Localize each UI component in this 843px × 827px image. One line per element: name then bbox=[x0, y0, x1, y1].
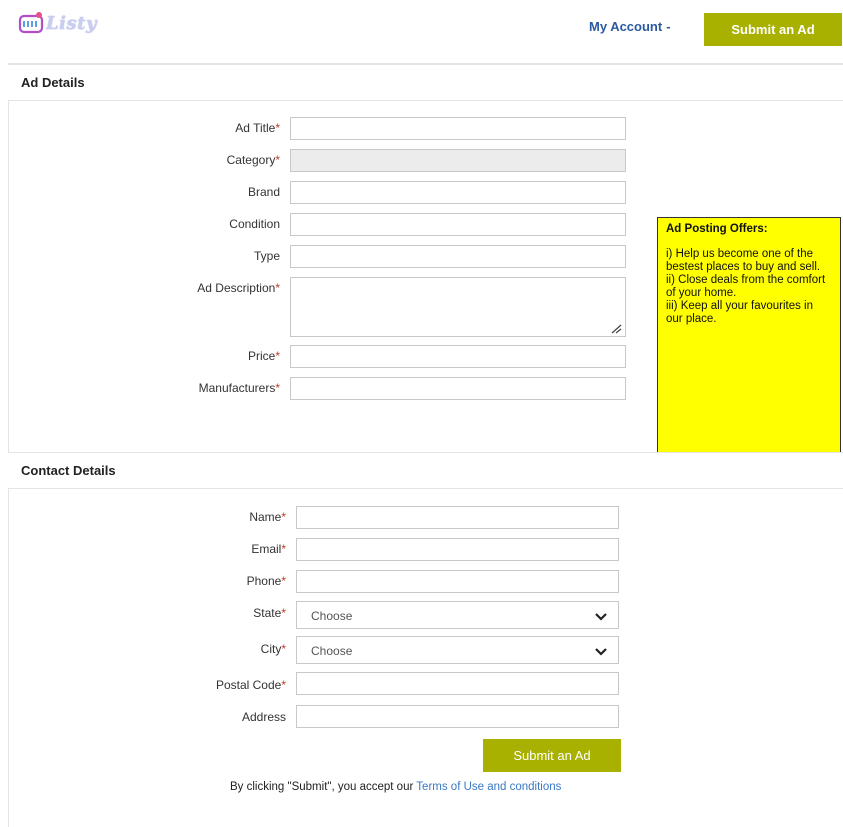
state-selected-value: Choose bbox=[311, 609, 353, 623]
ad-description-textarea[interactable] bbox=[290, 277, 626, 337]
offer-item-1: i) Help us become one of the bestest pla… bbox=[666, 248, 821, 273]
offer-item-3: iii) Keep all your favourites in our pla… bbox=[666, 300, 814, 325]
submit-ad-button[interactable]: Submit an Ad bbox=[483, 739, 621, 772]
email-input[interactable] bbox=[296, 538, 619, 561]
site-logo[interactable]: Listy bbox=[18, 10, 97, 36]
ad-title-input[interactable] bbox=[290, 117, 626, 140]
brand-input[interactable] bbox=[290, 181, 626, 204]
condition-input[interactable] bbox=[290, 213, 626, 236]
chevron-down-icon bbox=[595, 613, 607, 621]
postal-code-label: Postal Code* bbox=[215, 678, 286, 692]
postal-code-input[interactable] bbox=[296, 672, 619, 695]
logo-text: Listy bbox=[46, 12, 97, 34]
condition-label: Condition bbox=[229, 217, 280, 231]
submit-ad-button-header[interactable]: Submit an Ad bbox=[704, 13, 842, 46]
manufacturers-input[interactable] bbox=[290, 377, 626, 400]
name-label: Name* bbox=[249, 510, 286, 524]
my-account-menu[interactable]: My Account - bbox=[589, 19, 671, 34]
ad-title-label: Ad Title* bbox=[235, 121, 280, 135]
ad-details-header: Ad Details bbox=[8, 65, 843, 101]
resize-grip-icon[interactable] bbox=[610, 324, 622, 334]
price-label: Price* bbox=[247, 349, 280, 363]
ad-details-title: Ad Details bbox=[21, 75, 85, 90]
category-label: Category* bbox=[226, 153, 280, 167]
my-account-label: My Account bbox=[589, 19, 663, 34]
panel-left-border bbox=[8, 65, 9, 827]
state-select[interactable]: Choose bbox=[296, 601, 619, 629]
dropdown-caret-icon: - bbox=[666, 19, 671, 34]
ad-posting-offers-box: Ad Posting Offers: i) Help us become one… bbox=[657, 217, 841, 453]
contact-details-header: Contact Details bbox=[8, 453, 843, 489]
type-label: Type bbox=[253, 249, 280, 263]
city-selected-value: Choose bbox=[311, 644, 353, 658]
terms-notice: By clicking "Submit", you accept our Ter… bbox=[230, 781, 561, 793]
shopping-basket-icon bbox=[18, 12, 44, 34]
ad-description-label: Ad Description* bbox=[197, 281, 280, 295]
city-select[interactable]: Choose bbox=[296, 636, 619, 664]
state-label: State* bbox=[253, 606, 286, 620]
manufacturers-label: Manufacturers* bbox=[198, 381, 280, 395]
contact-details-title: Contact Details bbox=[21, 463, 116, 478]
name-input[interactable] bbox=[296, 506, 619, 529]
ad-description-wrapper bbox=[290, 277, 626, 337]
chevron-down-icon bbox=[595, 648, 607, 656]
email-label: Email* bbox=[251, 542, 286, 556]
offers-title: Ad Posting Offers: bbox=[666, 223, 768, 235]
brand-label: Brand bbox=[247, 185, 280, 199]
terms-prefix: By clicking "Submit", you accept our bbox=[230, 781, 417, 793]
address-label: Address bbox=[241, 710, 286, 724]
type-input[interactable] bbox=[290, 245, 626, 268]
category-input[interactable] bbox=[290, 149, 626, 172]
price-input[interactable] bbox=[290, 345, 626, 368]
offer-item-2: ii) Close deals from the comfort of your… bbox=[666, 274, 826, 299]
phone-label: Phone* bbox=[246, 574, 286, 588]
terms-link[interactable]: Terms of Use and conditions bbox=[416, 781, 561, 793]
address-input[interactable] bbox=[296, 705, 619, 728]
city-label: City* bbox=[260, 642, 286, 656]
phone-input[interactable] bbox=[296, 570, 619, 593]
